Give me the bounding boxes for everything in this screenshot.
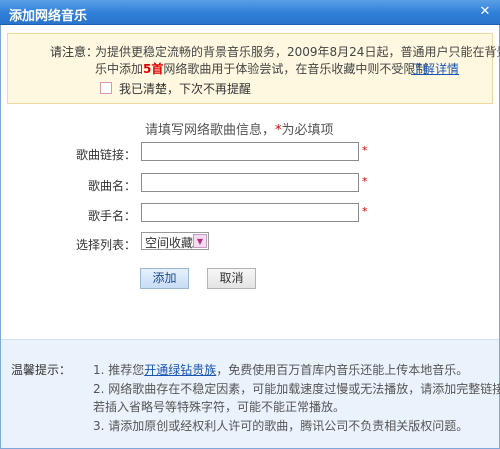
tips-panel: 温馨提示： 1. 推荐您开通绿钻贵族，免费使用百万首库内音乐还能上传本地音乐。 …: [1, 339, 500, 448]
song-url-required-star: *: [362, 144, 368, 157]
learn-more-link[interactable]: 了解详情: [411, 60, 459, 77]
artist-name-input[interactable]: [141, 203, 359, 222]
tip-2-continued: 若插入省略号等特殊字符，可能不能正常播放。: [93, 400, 346, 414]
green-diamond-link[interactable]: 开通绿钻贵族: [144, 363, 216, 377]
dont-remind-checkbox[interactable]: [100, 82, 112, 94]
list-select-label: 选择列表：: [75, 238, 136, 252]
tip-1: 1. 推荐您开通绿钻贵族，免费使用百万首库内音乐还能上传本地音乐。: [93, 361, 468, 378]
tip-1-prefix: 1. 推荐您: [93, 363, 145, 377]
notice-line2-prefix: 乐中添加: [95, 62, 144, 76]
form-title-suffix: 为必填项: [281, 123, 334, 138]
close-icon[interactable]: ✕: [477, 4, 493, 20]
artist-name-required-star: *: [362, 205, 368, 218]
form-title-prefix: 请填写网络歌曲信息，: [145, 123, 276, 138]
list-select-value: 空间收藏: [145, 236, 194, 250]
cancel-button[interactable]: 取消: [207, 268, 256, 289]
add-button[interactable]: 添加: [140, 268, 189, 289]
tip-1-suffix: ，免费使用百万首库内音乐还能上传本地音乐。: [216, 363, 469, 377]
form-title: 请填写网络歌曲信息，*为必填项: [145, 119, 334, 138]
list-select[interactable]: 空间收藏 ▼: [141, 232, 209, 250]
notice-panel: 请注意： 为提供更稳定流畅的背景音乐服务，2009年8月24日起，普通用户只能在…: [7, 33, 500, 104]
dont-remind-label[interactable]: 我已清楚，下次不再提醒: [119, 80, 251, 97]
notice-label: 请注意：: [50, 45, 99, 59]
notice-line2-suffix: 网络歌曲用于体验尝试，在音乐收藏中则不受限制: [163, 62, 428, 76]
song-url-input[interactable]: [141, 142, 359, 161]
song-name-label: 歌曲名：: [87, 179, 136, 193]
artist-name-label: 歌手名：: [87, 209, 136, 223]
notice-song-limit: 5首: [143, 62, 164, 76]
title-bar: 添加网络音乐 ✕: [0, 0, 500, 25]
song-url-label: 歌曲链接：: [75, 148, 136, 162]
notice-text-line1: 为提供更稳定流畅的背景音乐服务，2009年8月24日起，普通用户只能在背景音: [95, 45, 500, 59]
tip-2: 2. 网络歌曲存在不稳定因素，可能加载速度过慢或无法播放，请添加完整链接，: [93, 382, 500, 396]
tip-3: 3. 请添加原创或经权利人许可的歌曲，腾讯公司不负责相关版权问题。: [93, 419, 469, 433]
notice-text-line2: 乐中添加5首网络歌曲用于体验尝试，在音乐收藏中则不受限制: [95, 60, 427, 77]
song-name-input[interactable]: [141, 173, 359, 192]
window-title: 添加网络音乐: [9, 9, 88, 24]
song-name-required-star: *: [362, 175, 368, 188]
chevron-down-icon[interactable]: ▼: [193, 234, 207, 248]
tips-label: 温馨提示：: [11, 363, 72, 377]
